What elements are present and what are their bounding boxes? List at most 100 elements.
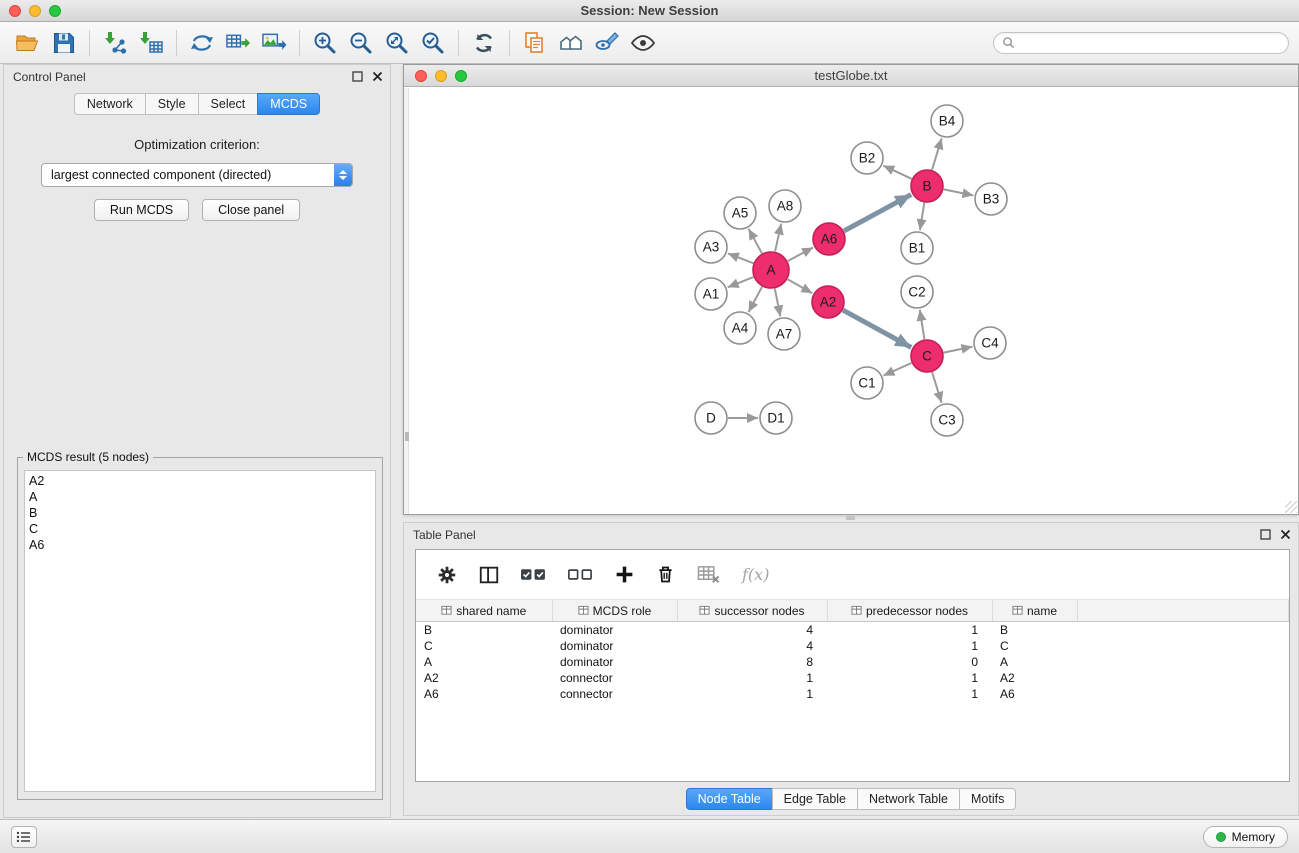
- criterion-dropdown[interactable]: largest connected component (directed): [41, 163, 353, 187]
- run-mcds-button[interactable]: Run MCDS: [94, 199, 189, 221]
- node-D[interactable]: D: [695, 402, 727, 434]
- column-header-predecessor-nodes[interactable]: predecessor nodes: [827, 600, 992, 621]
- edge-A-A2[interactable]: [788, 279, 813, 293]
- zoom-selected-button[interactable]: [415, 25, 451, 61]
- minimize-window-button[interactable]: [29, 5, 41, 17]
- refresh-button[interactable]: [466, 25, 502, 61]
- function-builder-button[interactable]: f(x): [742, 565, 769, 584]
- node-A3[interactable]: A3: [695, 231, 727, 263]
- add-column-button[interactable]: [614, 564, 635, 585]
- table-settings-button[interactable]: [436, 564, 458, 586]
- table-cell[interactable]: 4: [677, 638, 827, 654]
- column-header-mcds-role[interactable]: MCDS role: [552, 600, 677, 621]
- table-row[interactable]: Cdominator41C: [416, 638, 1289, 654]
- column-header-name[interactable]: name: [992, 600, 1077, 621]
- edge-A-A5[interactable]: [749, 229, 762, 254]
- network-canvas[interactable]: B4B2BB3A8A5A6A3B1AC2A1A2A4A7C4CC1DD1C3: [404, 88, 1298, 514]
- node-D1[interactable]: D1: [760, 402, 792, 434]
- table-cell[interactable]: C: [416, 638, 552, 654]
- memory-button[interactable]: Memory: [1203, 826, 1288, 848]
- node-B4[interactable]: B4: [931, 105, 963, 137]
- table-cell[interactable]: dominator: [552, 621, 677, 638]
- annotations-button[interactable]: [517, 25, 553, 61]
- result-item[interactable]: C: [29, 521, 371, 537]
- select-all-button[interactable]: [520, 565, 547, 584]
- deselect-all-button[interactable]: [567, 565, 594, 584]
- network-close-button[interactable]: [415, 70, 427, 82]
- node-A2[interactable]: A2: [812, 286, 844, 318]
- node-B2[interactable]: B2: [851, 142, 883, 174]
- edge-B-B2[interactable]: [883, 166, 911, 179]
- result-item[interactable]: A2: [29, 473, 371, 489]
- graphics-details-button[interactable]: [589, 25, 625, 61]
- column-header-successor-nodes[interactable]: successor nodes: [677, 600, 827, 621]
- table-cell[interactable]: 4: [677, 621, 827, 638]
- table-cell[interactable]: A: [416, 654, 552, 670]
- table-row[interactable]: Adominator80A: [416, 654, 1289, 670]
- table-cell[interactable]: 0: [827, 654, 992, 670]
- tab-motifs[interactable]: Motifs: [959, 788, 1016, 810]
- table-cell[interactable]: 1: [827, 621, 992, 638]
- close-window-button[interactable]: [9, 5, 21, 17]
- edge-A6-B[interactable]: [844, 195, 911, 231]
- resize-grip-icon[interactable]: [1285, 501, 1297, 513]
- node-C2[interactable]: C2: [901, 276, 933, 308]
- export-table-button[interactable]: [220, 25, 256, 61]
- import-table-button[interactable]: [133, 25, 169, 61]
- edge-C-C3[interactable]: [932, 372, 942, 403]
- close-panel-icon[interactable]: [372, 71, 383, 82]
- edge-A-A8[interactable]: [775, 224, 781, 252]
- edge-A2-C[interactable]: [843, 310, 911, 347]
- tab-network-table[interactable]: Network Table: [857, 788, 960, 810]
- table-cell[interactable]: connector: [552, 686, 677, 702]
- export-image-button[interactable]: [256, 25, 292, 61]
- table-cell[interactable]: 1: [827, 638, 992, 654]
- table-cell[interactable]: B: [416, 621, 552, 638]
- edge-A-A6[interactable]: [788, 248, 813, 262]
- search-box[interactable]: [993, 32, 1289, 54]
- node-A1[interactable]: A1: [695, 278, 727, 310]
- node-B1[interactable]: B1: [901, 232, 933, 264]
- edge-C-C1[interactable]: [883, 363, 911, 376]
- birdseye-splitter[interactable]: [404, 88, 409, 514]
- table-cell[interactable]: 1: [677, 686, 827, 702]
- edge-A-A3[interactable]: [728, 253, 754, 263]
- node-A7[interactable]: A7: [768, 318, 800, 350]
- float-panel-icon[interactable]: [1260, 529, 1271, 540]
- node-A8[interactable]: A8: [769, 190, 801, 222]
- delete-column-button[interactable]: [655, 564, 676, 585]
- table-row[interactable]: Bdominator41B: [416, 621, 1289, 638]
- edge-C-C2[interactable]: [920, 310, 925, 339]
- table-cell[interactable]: 1: [827, 670, 992, 686]
- task-history-button[interactable]: [11, 826, 37, 848]
- node-B3[interactable]: B3: [975, 183, 1007, 215]
- tab-select[interactable]: Select: [198, 93, 259, 115]
- edge-A-A1[interactable]: [728, 277, 754, 287]
- table-cell[interactable]: A6: [416, 686, 552, 702]
- column-header-shared-name[interactable]: shared name: [416, 600, 552, 621]
- zoom-in-button[interactable]: [307, 25, 343, 61]
- node-C3[interactable]: C3: [931, 404, 963, 436]
- node-A6[interactable]: A6: [813, 223, 845, 255]
- node-C1[interactable]: C1: [851, 367, 883, 399]
- table-row[interactable]: A6connector11A6: [416, 686, 1289, 702]
- show-hide-button[interactable]: [625, 25, 661, 61]
- edge-B-B4[interactable]: [932, 138, 942, 170]
- float-panel-icon[interactable]: [352, 71, 363, 82]
- tab-mcds[interactable]: MCDS: [257, 93, 320, 115]
- table-cell[interactable]: A6: [992, 686, 1077, 702]
- table-cell[interactable]: B: [992, 621, 1077, 638]
- tab-network[interactable]: Network: [74, 93, 146, 115]
- close-panel-button[interactable]: Close panel: [202, 199, 300, 221]
- edge-A-A7[interactable]: [775, 289, 781, 317]
- new-network-button[interactable]: [184, 25, 220, 61]
- edge-C-C4[interactable]: [944, 347, 973, 353]
- table-cell[interactable]: 1: [827, 686, 992, 702]
- edge-B-B3[interactable]: [944, 189, 974, 195]
- node-A4[interactable]: A4: [724, 312, 756, 344]
- table-cell[interactable]: A2: [992, 670, 1077, 686]
- node-A5[interactable]: A5: [724, 197, 756, 229]
- table-cell[interactable]: A: [992, 654, 1077, 670]
- table-cell[interactable]: dominator: [552, 638, 677, 654]
- mcds-result-list[interactable]: A2ABCA6: [24, 470, 376, 792]
